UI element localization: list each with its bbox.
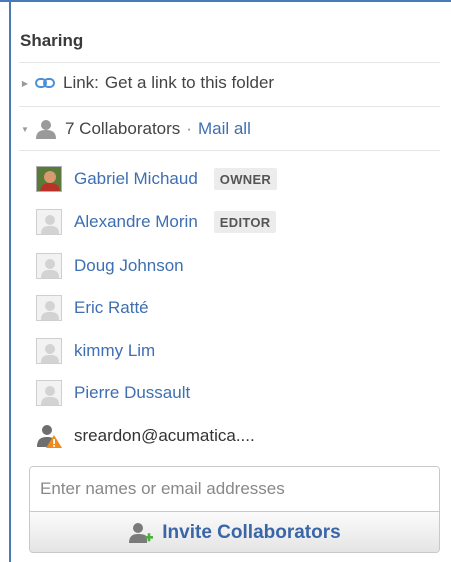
add-user-icon: [129, 522, 154, 543]
get-link-row[interactable]: ▶ Link: Get a link to this folder: [21, 72, 274, 94]
avatar: [36, 295, 62, 321]
pending-invitee-email: sreardon@acumatica....: [74, 426, 255, 445]
section-title: Sharing: [20, 31, 84, 50]
chain-link-icon: [35, 78, 55, 88]
caret-down-icon[interactable]: ▼: [21, 123, 29, 135]
list-item: sreardon@acumatica....: [36, 423, 255, 449]
mail-all-link[interactable]: Mail all: [198, 119, 251, 139]
role-badge: OWNER: [213, 168, 278, 190]
avatar: [36, 338, 62, 364]
caret-right-icon[interactable]: ▶: [21, 77, 29, 89]
role-badge: EDITOR: [213, 211, 277, 233]
list-item: kimmy Lim: [36, 338, 155, 364]
separator: ·: [186, 119, 192, 138]
member-name[interactable]: Pierre Dussault: [74, 383, 190, 403]
avatar: [36, 209, 62, 235]
invite-names-input[interactable]: [30, 467, 439, 511]
member-name[interactable]: Gabriel Michaud: [74, 169, 198, 189]
user-warning-icon: [37, 425, 62, 448]
list-item: Pierre Dussault: [36, 380, 190, 406]
avatar: [36, 253, 62, 279]
member-name[interactable]: Eric Ratté: [74, 298, 149, 318]
user-photo-icon: [37, 167, 61, 191]
avatar: [36, 166, 62, 192]
invite-button-label: Invite Collaborators: [162, 521, 341, 543]
get-link-text[interactable]: Get a link to this folder: [105, 73, 274, 93]
link-label: Link:: [63, 73, 99, 92]
user-placeholder-icon: [41, 301, 59, 320]
people-icon: [36, 120, 56, 139]
invite-collaborators-button[interactable]: Invite Collaborators: [30, 511, 439, 552]
divider: [19, 150, 440, 151]
member-name[interactable]: Doug Johnson: [74, 256, 184, 276]
collaborators-count: 7 Collaborators: [65, 119, 181, 138]
avatar: [36, 380, 62, 406]
list-item: Doug Johnson: [36, 253, 184, 279]
collaborators-row[interactable]: ▼ 7 Collaborators · Mail all: [21, 118, 251, 140]
list-item: Alexandre Morin EDITOR: [36, 209, 277, 235]
list-item: Gabriel Michaud OWNER: [36, 166, 278, 192]
member-name[interactable]: Alexandre Morin: [74, 212, 198, 232]
user-placeholder-icon: [41, 215, 59, 234]
user-placeholder-icon: [41, 386, 59, 405]
divider: [19, 62, 440, 63]
divider: [19, 106, 440, 107]
member-name[interactable]: kimmy Lim: [74, 341, 155, 361]
user-placeholder-icon: [41, 344, 59, 363]
user-placeholder-icon: [41, 259, 59, 278]
invite-form: Invite Collaborators: [29, 466, 440, 553]
list-item: Eric Ratté: [36, 295, 149, 321]
